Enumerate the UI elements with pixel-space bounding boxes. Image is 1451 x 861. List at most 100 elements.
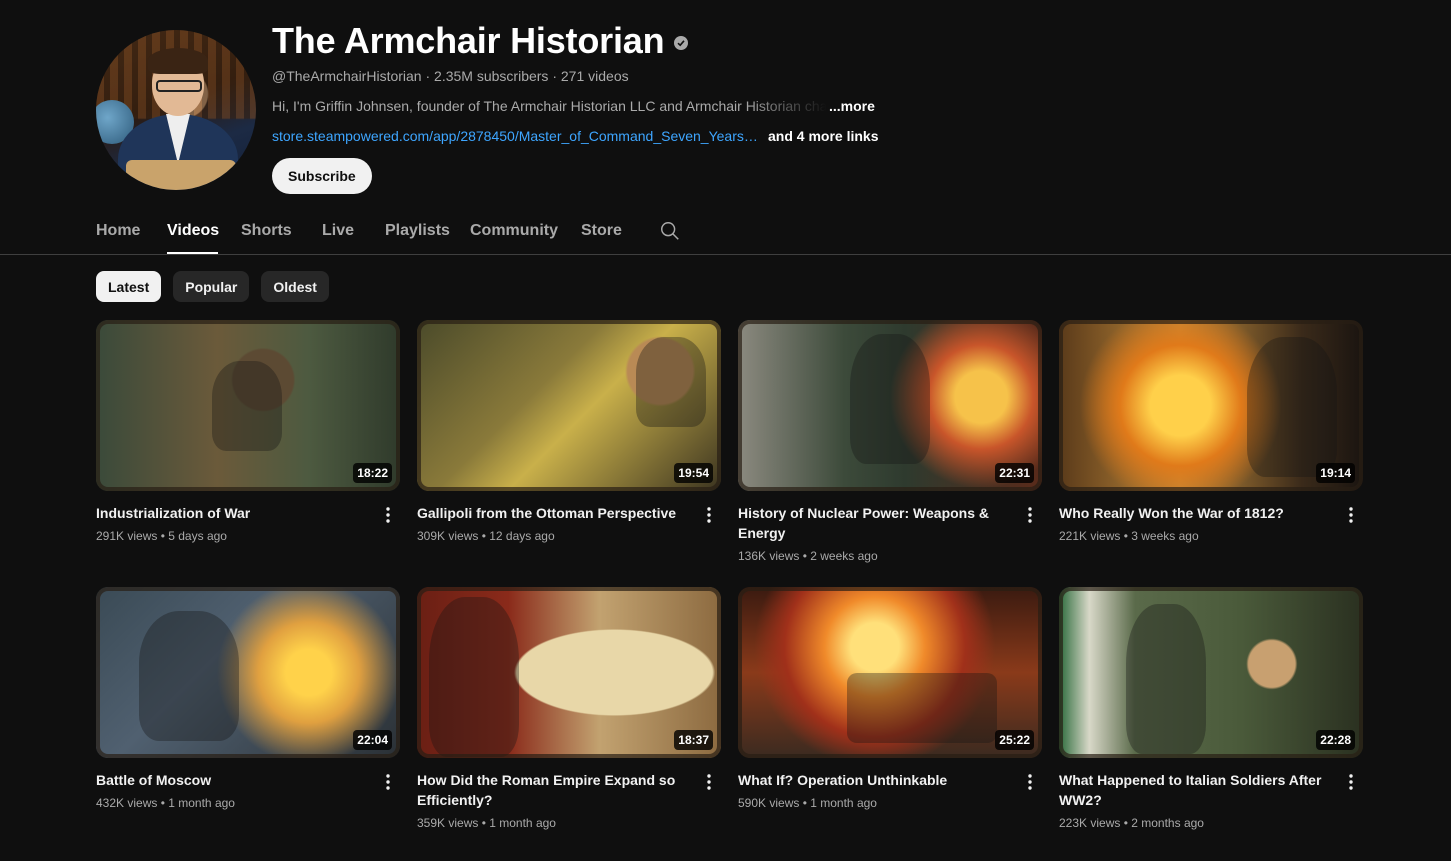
video-title[interactable]: Industrialization of War <box>96 503 372 523</box>
upload-age: 2 months ago <box>1131 816 1204 830</box>
video-duration: 18:37 <box>674 730 713 750</box>
video-info: How Did the Roman Empire Expand so Effic… <box>417 758 721 830</box>
video-title[interactable]: What Happened to Italian Soldiers After … <box>1059 770 1335 810</box>
meta-dot: • <box>799 796 811 810</box>
video-thumbnail[interactable]: 19:14 <box>1059 320 1363 491</box>
tab-live[interactable]: Live <box>322 208 385 254</box>
channel-tabs: Home Videos Shorts Live Playlists Commun… <box>96 208 682 254</box>
meta-separator: · <box>421 68 435 84</box>
channel-title-row: The Armchair Historian <box>272 20 689 62</box>
upload-age: 2 weeks ago <box>810 549 878 563</box>
video-card: 19:54 Gallipoli from the Ottoman Perspec… <box>417 320 721 587</box>
channel-handle: @TheArmchairHistorian <box>272 68 422 84</box>
upload-age: 3 weeks ago <box>1131 529 1199 543</box>
more-vert-icon[interactable] <box>697 770 721 794</box>
channel-meta: @TheArmchairHistorian · 2.35M subscriber… <box>272 68 629 84</box>
subscriber-count: 2.35M subscribers <box>434 68 549 84</box>
upload-age: 1 month ago <box>810 796 877 810</box>
tab-shorts[interactable]: Shorts <box>241 208 322 254</box>
video-duration: 22:04 <box>353 730 392 750</box>
meta-dot: • <box>478 529 490 543</box>
view-count: 432K views <box>96 796 158 810</box>
view-count: 136K views <box>738 549 800 563</box>
more-vert-icon[interactable] <box>1018 503 1042 527</box>
video-duration: 19:14 <box>1316 463 1355 483</box>
video-thumbnail[interactable]: 19:54 <box>417 320 721 491</box>
meta-dot: • <box>799 549 811 563</box>
video-meta: 309K views • 12 days ago <box>417 529 693 543</box>
tab-community[interactable]: Community <box>470 208 581 254</box>
search-icon[interactable] <box>658 208 682 254</box>
video-meta: 432K views • 1 month ago <box>96 796 372 810</box>
video-thumbnail[interactable]: 22:31 <box>738 320 1042 491</box>
more-vert-icon[interactable] <box>1018 770 1042 794</box>
description-more-link[interactable]: ...more <box>829 98 875 114</box>
view-count: 309K views <box>417 529 479 543</box>
tab-store[interactable]: Store <box>581 208 658 254</box>
tab-home[interactable]: Home <box>96 208 167 254</box>
more-vert-icon[interactable] <box>697 503 721 527</box>
video-card: 22:31 History of Nuclear Power: Weapons … <box>738 320 1042 587</box>
avatar-glasses <box>156 80 202 92</box>
upload-age: 1 month ago <box>489 816 556 830</box>
video-info: What Happened to Italian Soldiers After … <box>1059 758 1363 830</box>
more-vert-icon[interactable] <box>376 503 400 527</box>
view-count: 221K views <box>1059 529 1121 543</box>
video-info: Who Really Won the War of 1812? 221K vie… <box>1059 491 1363 543</box>
video-title[interactable]: How Did the Roman Empire Expand so Effic… <box>417 770 693 810</box>
video-meta: 223K views • 2 months ago <box>1059 816 1335 830</box>
meta-dot: • <box>1120 529 1132 543</box>
subscribe-button[interactable]: Subscribe <box>272 158 372 194</box>
meta-dot: • <box>157 529 169 543</box>
tab-videos[interactable]: Videos <box>167 208 219 254</box>
tab-playlists[interactable]: Playlists <box>385 208 470 254</box>
avatar-hair <box>148 48 208 74</box>
video-title[interactable]: Gallipoli from the Ottoman Perspective <box>417 503 693 523</box>
more-vert-icon[interactable] <box>1339 770 1363 794</box>
video-duration: 25:22 <box>995 730 1034 750</box>
video-info: Battle of Moscow 432K views • 1 month ag… <box>96 758 400 810</box>
channel-avatar[interactable] <box>96 30 256 190</box>
more-links-button[interactable]: and 4 more links <box>768 128 878 144</box>
upload-age: 5 days ago <box>168 529 227 543</box>
chip-oldest[interactable]: Oldest <box>261 271 329 302</box>
more-vert-icon[interactable] <box>376 770 400 794</box>
video-card: 22:28 What Happened to Italian Soldiers … <box>1059 587 1363 854</box>
sort-chips: Latest Popular Oldest <box>96 271 329 302</box>
meta-dot: • <box>157 796 169 810</box>
video-card: 22:04 Battle of Moscow 432K views • 1 mo… <box>96 587 400 854</box>
avatar-book <box>126 160 236 190</box>
channel-description: Hi, I'm Griffin Johnsen, founder of The … <box>272 98 827 114</box>
chip-latest[interactable]: Latest <box>96 271 162 302</box>
video-title[interactable]: Battle of Moscow <box>96 770 372 790</box>
video-meta: 359K views • 1 month ago <box>417 816 693 830</box>
video-info: History of Nuclear Power: Weapons & Ener… <box>738 491 1042 563</box>
more-vert-icon[interactable] <box>1339 503 1363 527</box>
video-thumbnail[interactable]: 18:37 <box>417 587 721 758</box>
video-thumbnail[interactable]: 18:22 <box>96 320 400 491</box>
video-title[interactable]: History of Nuclear Power: Weapons & Ener… <box>738 503 1014 543</box>
video-info: Gallipoli from the Ottoman Perspective 3… <box>417 491 721 543</box>
video-thumbnail[interactable]: 25:22 <box>738 587 1042 758</box>
video-card: 18:37 How Did the Roman Empire Expand so… <box>417 587 721 854</box>
meta-dot: • <box>1120 816 1132 830</box>
tabs-divider <box>0 254 1451 255</box>
video-duration: 22:31 <box>995 463 1034 483</box>
chip-popular[interactable]: Popular <box>173 271 250 302</box>
video-thumbnail[interactable]: 22:28 <box>1059 587 1363 758</box>
channel-link[interactable]: store.steampowered.com/app/2878450/Maste… <box>272 128 760 144</box>
verified-check-icon <box>674 36 689 50</box>
channel-description-row[interactable]: Hi, I'm Griffin Johnsen, founder of The … <box>272 98 875 114</box>
video-count: 271 videos <box>560 68 629 84</box>
video-thumbnail[interactable]: 22:04 <box>96 587 400 758</box>
upload-age: 12 days ago <box>489 529 555 543</box>
channel-header: The Armchair Historian @TheArmchairHisto… <box>96 20 1356 200</box>
video-card: 19:14 Who Really Won the War of 1812? 22… <box>1059 320 1363 587</box>
view-count: 590K views <box>738 796 800 810</box>
video-title[interactable]: What If? Operation Unthinkable <box>738 770 1014 790</box>
video-title[interactable]: Who Really Won the War of 1812? <box>1059 503 1335 523</box>
view-count: 359K views <box>417 816 479 830</box>
video-meta: 136K views • 2 weeks ago <box>738 549 1014 563</box>
video-meta: 291K views • 5 days ago <box>96 529 372 543</box>
video-info: Industrialization of War 291K views • 5 … <box>96 491 400 543</box>
